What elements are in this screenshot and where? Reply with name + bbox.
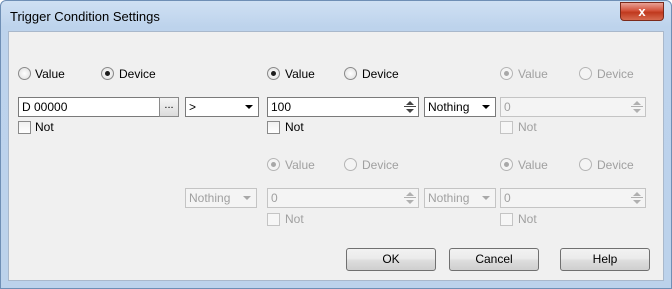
- row2-left-connector-value: Nothing: [189, 191, 231, 205]
- browse-label: ...: [164, 99, 174, 111]
- row1-left-not-checkbox[interactable]: [18, 121, 31, 134]
- row1-left-value-label: Value: [35, 67, 65, 81]
- row1-right-spinner[interactable]: [630, 99, 644, 115]
- ok-button[interactable]: OK: [346, 248, 436, 271]
- row2-right-value-input[interactable]: 0: [500, 188, 646, 208]
- row1-left-value-radio[interactable]: [18, 67, 31, 80]
- row1-mid-not-label: Not: [285, 120, 304, 134]
- row2-mid-device-label: Device: [362, 158, 399, 172]
- row2-right-value-label: Value: [518, 158, 548, 172]
- dialog-body: Value Device D 00000 ... Not > Value Dev…: [8, 31, 664, 281]
- row1-left-device-input[interactable]: D 00000: [18, 97, 168, 117]
- chevron-down-icon: [241, 99, 257, 115]
- chevron-down-icon: [478, 99, 494, 115]
- row1-mid-not-checkbox[interactable]: [267, 121, 280, 134]
- dialog-window: Trigger Condition Settings x Value Devic…: [0, 0, 672, 289]
- row1-mid-value-label: Value: [285, 67, 315, 81]
- title-bar[interactable]: Trigger Condition Settings x: [1, 1, 671, 31]
- row2-mid-not-checkbox[interactable]: [267, 213, 280, 226]
- row1-operator-select[interactable]: >: [185, 97, 259, 117]
- row1-mid-device-radio[interactable]: [344, 67, 357, 80]
- row2-right-not-checkbox[interactable]: [500, 213, 513, 226]
- row1-left-not-label: Not: [35, 120, 54, 134]
- row2-mid-spinner[interactable]: [403, 190, 417, 206]
- row1-right-value-radio[interactable]: [500, 67, 513, 80]
- cancel-button[interactable]: Cancel: [449, 248, 539, 271]
- chevron-down-icon: [478, 190, 494, 206]
- row2-mid-value-radio[interactable]: [267, 158, 280, 171]
- row2-right-value-text: 0: [504, 191, 511, 205]
- row2-mid-value-label: Value: [285, 158, 315, 172]
- row1-mid-spinner[interactable]: [403, 99, 417, 115]
- row2-right-connector-select[interactable]: Nothing: [424, 188, 496, 208]
- row1-right-value-label: Value: [518, 67, 548, 81]
- row2-mid-value-input[interactable]: 0: [267, 188, 419, 208]
- row1-mid-value-text: 100: [271, 100, 292, 114]
- row2-mid-not-label: Not: [285, 212, 304, 226]
- window-title: Trigger Condition Settings: [10, 9, 160, 24]
- row2-right-connector-value: Nothing: [428, 191, 470, 205]
- row1-left-device-value: D 00000: [22, 100, 68, 114]
- row1-operator-value: >: [189, 100, 197, 114]
- close-button[interactable]: x: [620, 2, 664, 21]
- row1-right-device-label: Device: [597, 67, 634, 81]
- chevron-down-icon: [239, 190, 255, 206]
- help-button[interactable]: Help: [560, 248, 650, 271]
- row1-left-device-label: Device: [119, 67, 156, 81]
- row1-right-value-text: 0: [504, 100, 511, 114]
- row2-right-spinner[interactable]: [630, 190, 644, 206]
- row2-right-device-radio[interactable]: [579, 158, 592, 171]
- row1-mid-device-label: Device: [362, 67, 399, 81]
- row2-right-not-label: Not: [518, 212, 537, 226]
- row1-connector-value: Nothing: [428, 100, 470, 114]
- row1-right-not-checkbox[interactable]: [500, 121, 513, 134]
- row1-mid-value-input[interactable]: 100: [267, 97, 419, 117]
- row1-left-browse-button[interactable]: ...: [159, 97, 179, 117]
- row1-mid-value-radio[interactable]: [267, 67, 280, 80]
- close-icon: x: [638, 4, 646, 19]
- row1-right-value-input[interactable]: 0: [500, 97, 646, 117]
- row1-right-not-label: Not: [518, 120, 537, 134]
- row2-mid-value-text: 0: [271, 191, 278, 205]
- row1-right-device-radio[interactable]: [579, 67, 592, 80]
- row1-connector-select[interactable]: Nothing: [424, 97, 496, 117]
- row2-right-value-radio[interactable]: [500, 158, 513, 171]
- row2-right-device-label: Device: [597, 158, 634, 172]
- row1-left-device-radio[interactable]: [101, 67, 114, 80]
- row2-mid-device-radio[interactable]: [344, 158, 357, 171]
- row2-left-connector-select[interactable]: Nothing: [185, 188, 257, 208]
